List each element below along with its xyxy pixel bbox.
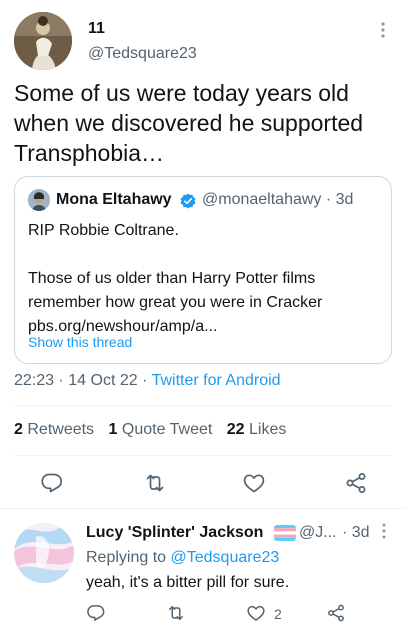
author-handle[interactable]: @Tedsquare23	[88, 45, 197, 63]
quoted-author-handle-and-time: @monaeltahawy · 3d	[202, 191, 353, 209]
share-icon[interactable]	[344, 471, 368, 495]
more-icon[interactable]	[376, 20, 390, 40]
reply-author-handle[interactable]: @J...	[299, 524, 337, 542]
reply-icon[interactable]	[40, 471, 64, 495]
tweet-stats: 2 Retweets 1 Quote Tweet 22 Likes	[14, 421, 286, 439]
divider	[14, 455, 392, 456]
quoted-author-handle: @monaeltahawy	[202, 191, 322, 208]
likes-stat[interactable]: 22 Likes	[227, 421, 287, 438]
more-icon[interactable]	[378, 521, 390, 541]
reply-icon[interactable]	[86, 603, 106, 623]
reply-like-count: 2	[274, 606, 282, 622]
meta-separator: ·	[58, 372, 64, 389]
quoted-tweet[interactable]: Mona Eltahawy @monaeltahawy · 3d RIP Rob…	[14, 176, 392, 364]
reply-author-avatar[interactable]	[14, 523, 74, 583]
quoted-author-name: Mona Eltahawy	[56, 191, 172, 208]
verified-badge-icon	[180, 193, 196, 209]
meta-separator: ·	[142, 372, 148, 389]
show-thread-link[interactable]: Show this thread	[28, 334, 132, 350]
tweet-text: Some of us were today years old when we …	[14, 80, 364, 166]
replying-to-handle[interactable]: @Tedsquare23	[171, 549, 280, 566]
heart-icon[interactable]	[246, 603, 266, 623]
share-icon[interactable]	[326, 603, 346, 623]
quotes-stat[interactable]: 1 Quote Tweet	[109, 421, 213, 438]
tweet-date: 14 Oct 22	[68, 372, 138, 389]
reply-author-name[interactable]: Lucy 'Splinter' Jackson	[86, 524, 263, 542]
tweet-source-link[interactable]: Twitter for Android	[152, 372, 281, 389]
quoted-tweet-text: RIP Robbie Coltrane. Those of us older t…	[28, 222, 323, 335]
meta-separator: ·	[325, 191, 332, 208]
divider	[14, 405, 392, 406]
replying-to-label: Replying to	[86, 549, 167, 566]
reply-text: yeah, it's a bitter pill for sure.	[86, 574, 290, 591]
transgender-flag-icon	[274, 525, 296, 541]
author-avatar[interactable]	[14, 12, 72, 70]
quoted-author-avatar[interactable]	[28, 189, 50, 211]
divider	[0, 508, 406, 509]
heart-icon[interactable]	[242, 471, 266, 495]
tweet-meta: 22:23 · 14 Oct 22 · Twitter for Android	[14, 372, 281, 390]
tweet-time: 22:23	[14, 372, 55, 389]
replying-to: Replying to @Tedsquare23	[86, 549, 279, 567]
reply-age: · 3d	[342, 524, 370, 541]
retweet-icon[interactable]	[143, 471, 167, 495]
author-name[interactable]: 11	[88, 20, 105, 38]
retweet-icon[interactable]	[166, 603, 186, 623]
quoted-tweet-age: 3d	[335, 191, 354, 208]
retweets-stat[interactable]: 2 Retweets	[14, 421, 94, 438]
